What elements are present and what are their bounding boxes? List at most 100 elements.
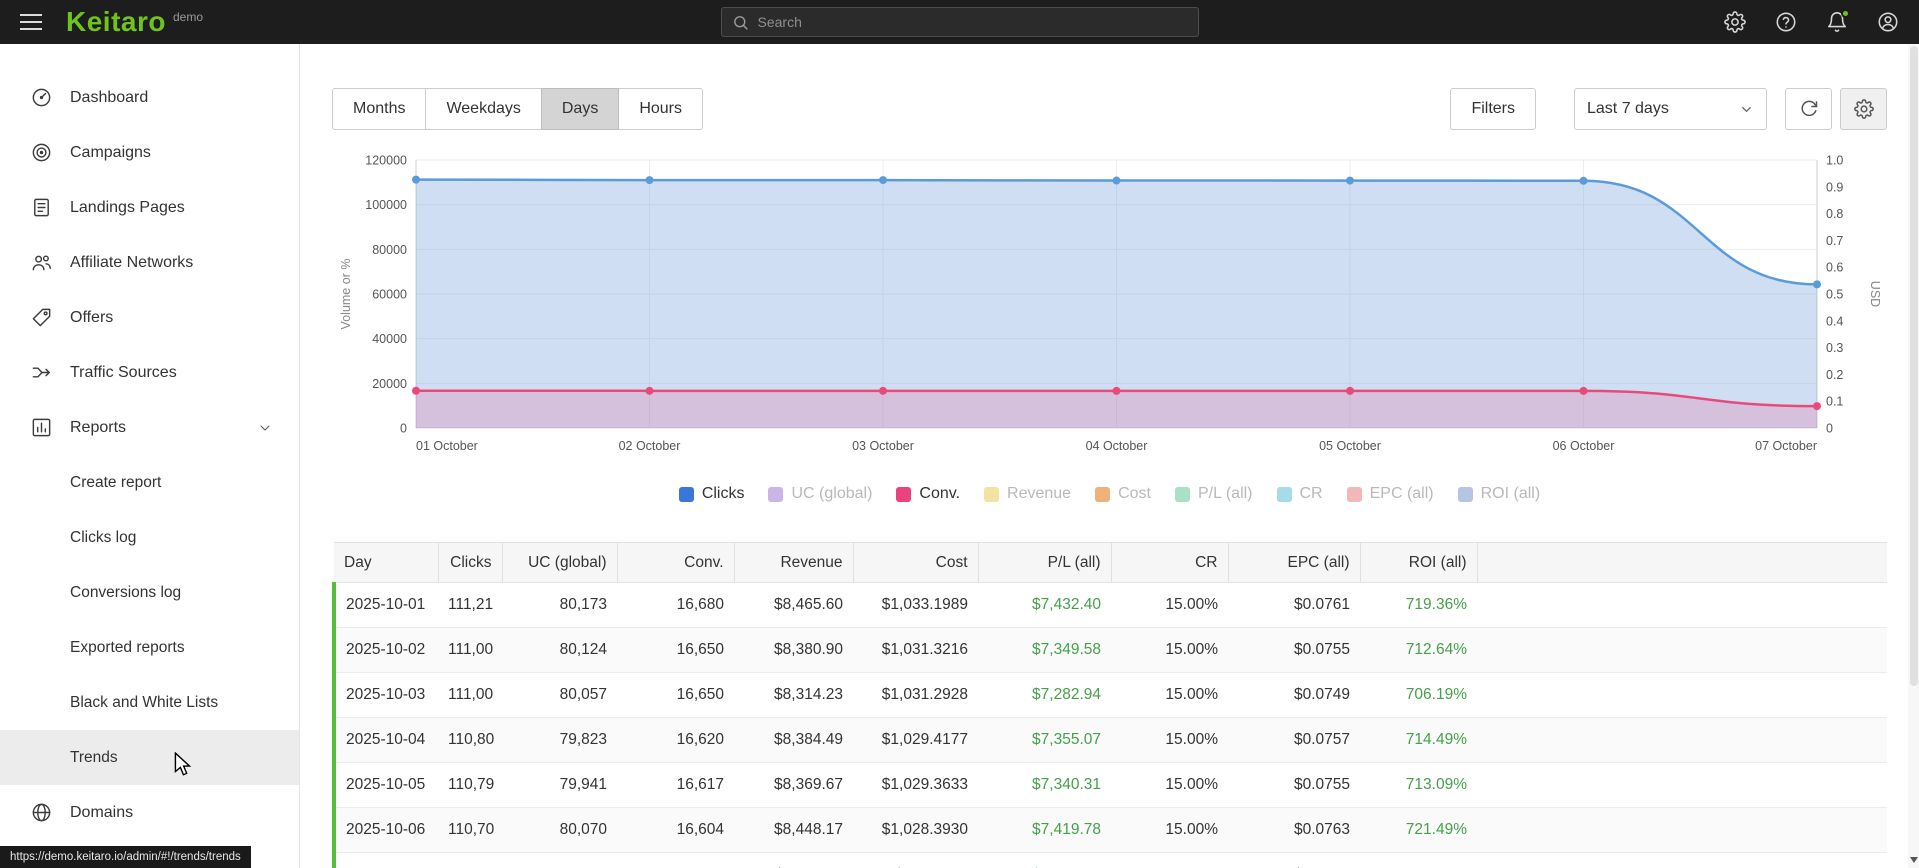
sidebar-item-landings-pages[interactable]: Landings Pages xyxy=(0,180,299,235)
date-range-select[interactable]: Last 7 days xyxy=(1574,88,1767,130)
cell: 721.49% xyxy=(1360,807,1477,853)
svg-text:06 October: 06 October xyxy=(1553,439,1615,453)
column-header-day[interactable]: Day xyxy=(334,542,439,583)
cell: $0.0760 xyxy=(1228,852,1360,868)
svg-text:0.9: 0.9 xyxy=(1826,180,1843,194)
page-scrollbar[interactable] xyxy=(1908,44,1919,868)
cell: $4,982.11 xyxy=(734,852,853,868)
cell: 733.93% xyxy=(1360,852,1477,868)
chevron-down-icon xyxy=(1742,106,1751,112)
date-range-value: Last 7 days xyxy=(1587,100,1669,117)
cell: $8,380.90 xyxy=(734,627,853,673)
sidebar-item-dashboard[interactable]: Dashboard xyxy=(0,70,299,125)
column-header-cost[interactable]: Cost xyxy=(853,542,979,583)
svg-text:USD: USD xyxy=(1868,281,1882,307)
cell: 110,70 xyxy=(438,807,502,853)
cell: 111,00 xyxy=(438,672,502,718)
sidebar-item-offers[interactable]: Offers xyxy=(0,290,299,345)
sidebar-item-domains[interactable]: Domains xyxy=(0,785,299,840)
logo[interactable]: Keitaro demo xyxy=(66,8,203,36)
settings-gear-icon[interactable] xyxy=(1724,11,1746,33)
legend-item-revenue[interactable]: Revenue xyxy=(984,485,1071,503)
svg-text:80000: 80000 xyxy=(372,243,407,257)
column-header-epc-all[interactable]: EPC (all) xyxy=(1228,542,1361,583)
legend-label: Clicks xyxy=(701,485,745,502)
sidebar-item-campaigns[interactable]: Campaigns xyxy=(0,125,299,180)
svg-text:40000: 40000 xyxy=(372,332,407,346)
help-icon[interactable] xyxy=(1775,11,1797,33)
tab-days[interactable]: Days xyxy=(540,88,620,130)
legend-label: Conv. xyxy=(919,485,961,502)
tab-hours[interactable]: Hours xyxy=(618,88,704,130)
legend-swatch xyxy=(1174,486,1190,502)
offers-icon xyxy=(32,308,51,327)
sidebar-item-black-and-white-lists[interactable]: Black and White Lists xyxy=(0,675,299,730)
column-header-revenue[interactable]: Revenue xyxy=(734,542,854,583)
sidebar-subitem-label: Clicks log xyxy=(70,528,137,546)
legend-item-epc-all[interactable]: EPC (all) xyxy=(1346,485,1434,503)
cell-filler xyxy=(1477,582,1887,628)
chevron-down-icon xyxy=(260,425,270,430)
search-input[interactable] xyxy=(757,14,1188,30)
column-header-p-l-all[interactable]: P/L (all) xyxy=(978,542,1112,583)
svg-text:07 October: 07 October xyxy=(1755,439,1817,453)
chart-settings-button[interactable] xyxy=(1840,88,1887,130)
legend-item-cost[interactable]: Cost xyxy=(1095,485,1151,503)
cell: 16,650 xyxy=(617,672,734,718)
column-header-clicks[interactable]: Clicks xyxy=(438,542,503,583)
account-avatar-icon[interactable] xyxy=(1877,11,1899,33)
search-box[interactable] xyxy=(720,7,1199,37)
legend-label: P/L (all) xyxy=(1197,485,1253,502)
cell: 713.09% xyxy=(1360,762,1477,808)
column-header-cr[interactable]: CR xyxy=(1111,542,1229,583)
legend-item-clicks[interactable]: Clicks xyxy=(678,485,745,503)
menu-toggle-icon[interactable] xyxy=(20,9,44,35)
granularity-tabs: Months Weekdays Days Hours xyxy=(332,88,704,130)
sidebar-item-traffic-sources[interactable]: Traffic Sources xyxy=(0,345,299,400)
svg-text:1.0: 1.0 xyxy=(1826,154,1843,168)
cell: $1,029.4177 xyxy=(853,717,978,763)
legend-item-roi-all[interactable]: ROI (all) xyxy=(1457,485,1540,503)
legend-item-uc-global[interactable]: UC (global) xyxy=(768,485,872,503)
scrollbar-thumb[interactable] xyxy=(1910,46,1918,686)
cell: $1,033.1989 xyxy=(853,582,978,628)
cell: 64,30 xyxy=(438,852,502,868)
filters-button[interactable]: Filters xyxy=(1450,88,1536,130)
cell: 15.00% xyxy=(1111,852,1228,868)
tab-months[interactable]: Months xyxy=(332,88,427,130)
table-row: 2025-10-02 111,00 80,124 16,650 $8,380.90 $1,… xyxy=(332,627,1887,673)
cell: 15.00% xyxy=(1111,627,1228,673)
sidebar-item-reports[interactable]: Reports xyxy=(0,400,299,455)
column-header-conv[interactable]: Conv. xyxy=(617,542,735,583)
sidebar-item-trends[interactable]: Trends xyxy=(0,730,299,785)
sidebar-item-exported-reports[interactable]: Exported reports xyxy=(0,620,299,675)
legend-item-cr[interactable]: CR xyxy=(1276,485,1323,503)
svg-text:02 October: 02 October xyxy=(619,439,681,453)
legend-item-p-l-all[interactable]: P/L (all) xyxy=(1174,485,1253,503)
scrollbar-down-arrow-icon[interactable] xyxy=(1910,857,1918,863)
trends-table: Day Clicks UC (global) Conv. Revenue Cost P/L … xyxy=(332,542,1887,868)
cell: $0.0757 xyxy=(1228,717,1360,763)
logo-text: Keitaro xyxy=(66,6,166,37)
legend-swatch xyxy=(1276,486,1292,502)
cell: 2025-10-01 xyxy=(332,582,438,628)
sidebar-item-conversions-log[interactable]: Conversions log xyxy=(0,565,299,620)
cell: $1,029.3633 xyxy=(853,762,978,808)
column-header-uc-global[interactable]: UC (global) xyxy=(502,542,618,583)
cell: $8,465.60 xyxy=(734,582,853,628)
sidebar-item-create-report[interactable]: Create report xyxy=(0,455,299,510)
tab-weekdays[interactable]: Weekdays xyxy=(425,88,542,130)
cell: $0.0755 xyxy=(1228,762,1360,808)
topbar-icons xyxy=(1724,9,1899,33)
cell: $0.0755 xyxy=(1228,627,1360,673)
svg-text:0.7: 0.7 xyxy=(1826,234,1843,248)
svg-text:100000: 100000 xyxy=(365,198,407,212)
topbar: Keitaro demo xyxy=(0,0,1919,44)
legend-item-conv[interactable]: Conv. xyxy=(896,485,960,503)
cell: $1,031.2928 xyxy=(853,672,978,718)
sidebar-item-affiliate-networks[interactable]: Affiliate Networks xyxy=(0,235,299,290)
column-header-roi-all[interactable]: ROI (all) xyxy=(1360,542,1478,583)
refresh-button[interactable] xyxy=(1785,88,1832,130)
sidebar-subitem-label: Exported reports xyxy=(70,638,185,656)
sidebar-item-clicks-log[interactable]: Clicks log xyxy=(0,510,299,565)
